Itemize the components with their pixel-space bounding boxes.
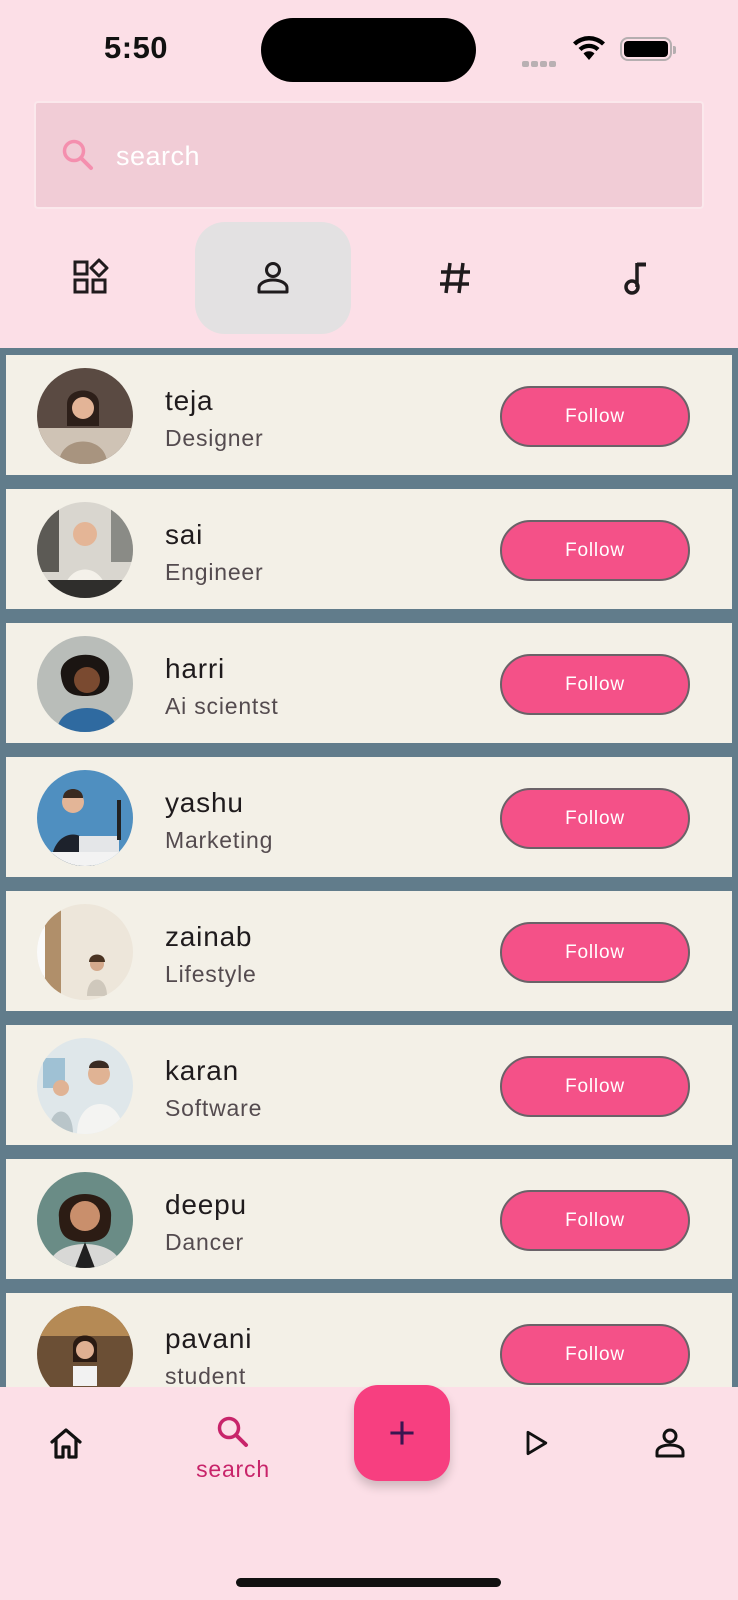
avatar xyxy=(37,1038,133,1134)
tab-tags[interactable] xyxy=(377,222,533,334)
user-role: Marketing xyxy=(165,827,274,853)
tab-audio[interactable] xyxy=(559,222,715,334)
follow-button[interactable]: Follow xyxy=(500,922,690,983)
user-name: sai xyxy=(165,519,204,550)
user-role: Designer xyxy=(165,425,264,451)
user-role: Dancer xyxy=(165,1229,244,1255)
follow-button[interactable]: Follow xyxy=(500,788,690,849)
nav-profile[interactable] xyxy=(652,1425,688,1461)
list-item[interactable]: deepu Dancer Follow xyxy=(6,1159,732,1279)
follow-button[interactable]: Follow xyxy=(500,520,690,581)
dynamic-island xyxy=(261,18,476,82)
user-name: deepu xyxy=(165,1189,247,1220)
user-name: harri xyxy=(165,653,226,684)
avatar xyxy=(37,368,133,464)
list-item[interactable]: zainab Lifestyle Follow xyxy=(6,891,732,1011)
user-name: zainab xyxy=(165,921,253,952)
avatar xyxy=(37,636,133,732)
person-icon xyxy=(655,1428,685,1458)
user-role: student xyxy=(165,1363,247,1387)
list-item[interactable]: pavani student Follow xyxy=(6,1293,732,1387)
plus-icon xyxy=(390,1421,414,1445)
user-name: karan xyxy=(165,1055,240,1086)
tab-accounts[interactable] xyxy=(195,222,351,334)
avatar xyxy=(37,1172,133,1268)
user-name: yashu xyxy=(165,787,244,818)
nav-home[interactable] xyxy=(48,1425,84,1461)
user-name: pavani xyxy=(165,1323,253,1354)
status-time: 5:50 xyxy=(104,30,169,65)
home-icon xyxy=(50,1428,82,1459)
list-item[interactable]: harri Ai scientst Follow xyxy=(6,623,732,743)
home-indicator xyxy=(236,1578,501,1587)
follow-button[interactable]: Follow xyxy=(500,1324,690,1385)
wifi-icon xyxy=(573,36,605,60)
cellular-signal-icon xyxy=(522,54,562,67)
nav-search-label: search xyxy=(196,1456,270,1482)
status-bar: 5:50 xyxy=(0,0,738,96)
list-item[interactable]: karan Software Follow xyxy=(6,1025,732,1145)
user-role: Lifestyle xyxy=(165,961,257,987)
person-icon xyxy=(257,262,289,294)
user-role: Engineer xyxy=(165,559,264,585)
battery-icon xyxy=(620,37,676,61)
follow-button[interactable]: Follow xyxy=(500,1190,690,1251)
user-list[interactable]: teja Designer Follow sai Engineer Follow… xyxy=(0,348,738,1387)
user-role: Software xyxy=(165,1095,263,1121)
follow-button[interactable]: Follow xyxy=(500,386,690,447)
music-note-icon xyxy=(624,262,646,295)
bottom-navigation: search xyxy=(0,1385,738,1600)
avatar xyxy=(37,502,133,598)
play-icon xyxy=(526,1430,548,1456)
widgets-icon xyxy=(73,258,109,294)
avatar xyxy=(37,770,133,866)
search-input[interactable] xyxy=(116,131,676,181)
nav-videos[interactable] xyxy=(520,1427,552,1459)
add-button[interactable] xyxy=(354,1385,450,1481)
follow-button[interactable]: Follow xyxy=(500,1056,690,1117)
search-icon xyxy=(217,1416,248,1447)
list-item[interactable]: sai Engineer Follow xyxy=(6,489,732,609)
user-name: teja xyxy=(165,385,214,416)
avatar xyxy=(37,1306,133,1387)
hashtag-icon xyxy=(440,262,470,294)
user-role: Ai scientst xyxy=(165,693,279,719)
avatar xyxy=(37,904,133,1000)
tab-all[interactable] xyxy=(13,222,169,334)
list-item[interactable]: teja Designer Follow xyxy=(6,355,732,475)
search-bar[interactable] xyxy=(34,101,704,209)
category-tabs xyxy=(0,222,738,334)
list-item[interactable]: yashu Marketing Follow xyxy=(6,757,732,877)
nav-search[interactable]: search xyxy=(192,1414,274,1483)
follow-button[interactable]: Follow xyxy=(500,654,690,715)
search-icon xyxy=(62,139,93,170)
